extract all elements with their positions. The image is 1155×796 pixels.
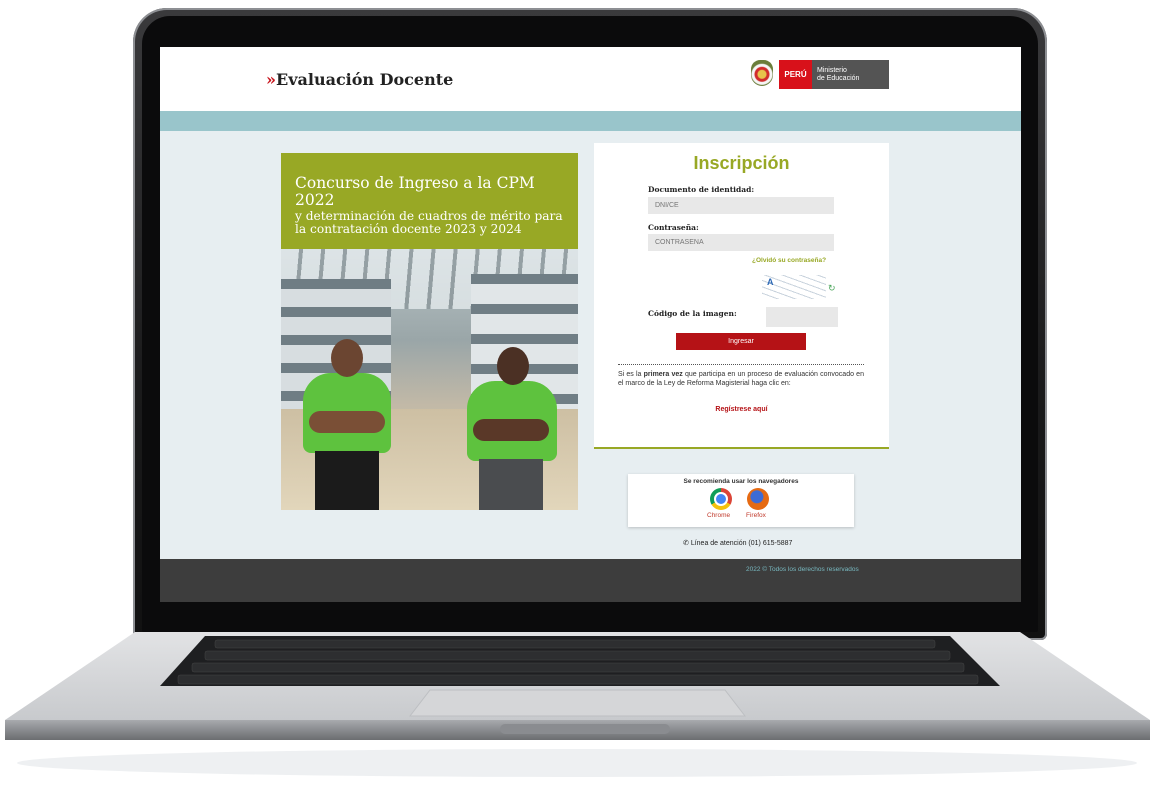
banner-title: Concurso de Ingreso a la CPM 2022 bbox=[295, 174, 535, 209]
site-footer: 2022 © Todos los derechos reservados bbox=[160, 559, 1021, 602]
site-logo[interactable]: » Evaluación Docente bbox=[266, 70, 453, 89]
password-label: Contraseña: bbox=[648, 223, 699, 232]
site-title: Evaluación Docente bbox=[276, 70, 454, 89]
captcha-input[interactable] bbox=[766, 307, 838, 327]
site-header: » Evaluación Docente PERÚ Ministerio de E… bbox=[160, 47, 1021, 111]
password-input[interactable] bbox=[648, 234, 834, 251]
banner-subtitle: y determinación de cuadros de mérito par… bbox=[295, 209, 563, 236]
support-phone: Línea de atención (01) 615-5887 bbox=[690, 540, 793, 547]
browser-screen: » Evaluación Docente PERÚ Ministerio de E… bbox=[160, 47, 1021, 602]
laptop-base bbox=[5, 632, 1150, 777]
captcha-label: Código de la imagen: bbox=[648, 309, 737, 318]
phone-icon: ✆ bbox=[683, 540, 689, 547]
ministry-line-2: de Educación bbox=[817, 75, 860, 82]
firefox-label[interactable]: Firefox bbox=[746, 512, 766, 519]
info-prefix: Si es la bbox=[618, 371, 642, 378]
peru-crest-icon bbox=[751, 60, 773, 86]
teachers-photo bbox=[281, 249, 578, 510]
chevron-icon: » bbox=[266, 70, 276, 89]
browsers-title: Se recomienda usar los navegadores bbox=[683, 478, 799, 485]
browser-recommendation: Se recomienda usar los navegadores Chrom… bbox=[628, 474, 854, 527]
chrome-icon[interactable] bbox=[710, 488, 732, 510]
forgot-password-link[interactable]: ¿Olvidó su contraseña? bbox=[752, 257, 826, 264]
copyright: 2022 © Todos los derechos reservados bbox=[746, 566, 859, 573]
info-bold: primera vez bbox=[643, 371, 683, 378]
peru-label: PERÚ bbox=[779, 60, 812, 89]
document-label: Documento de identidad: bbox=[648, 185, 755, 194]
form-title: Inscripción bbox=[693, 153, 790, 173]
login-card: Inscripción Documento de identidad: Cont… bbox=[594, 143, 889, 449]
register-link[interactable]: Regístrese aquí bbox=[594, 406, 889, 413]
contest-banner: Concurso de Ingreso a la CPM 2022 y dete… bbox=[281, 153, 578, 249]
document-input[interactable] bbox=[648, 197, 834, 214]
captcha-text: A bbox=[767, 277, 774, 287]
firefox-icon[interactable] bbox=[747, 488, 769, 510]
login-button[interactable]: Ingresar bbox=[676, 333, 806, 350]
header-band bbox=[160, 111, 1021, 131]
first-time-info: Si es la primera vez que participa en un… bbox=[618, 370, 864, 388]
ministry-logo[interactable]: PERÚ Ministerio de Educación bbox=[779, 60, 889, 89]
captcha-image: A bbox=[762, 275, 826, 299]
divider bbox=[618, 364, 864, 365]
ministry-label: Ministerio de Educación bbox=[812, 60, 889, 89]
ministry-line-1: Ministerio bbox=[817, 67, 847, 74]
chrome-label[interactable]: Chrome bbox=[707, 512, 730, 519]
support-line: ✆ Línea de atención (01) 615-5887 bbox=[683, 539, 792, 547]
teacher-figure-2 bbox=[467, 347, 557, 510]
refresh-captcha-icon[interactable]: ↻ bbox=[828, 283, 836, 294]
teacher-figure-1 bbox=[303, 339, 391, 510]
